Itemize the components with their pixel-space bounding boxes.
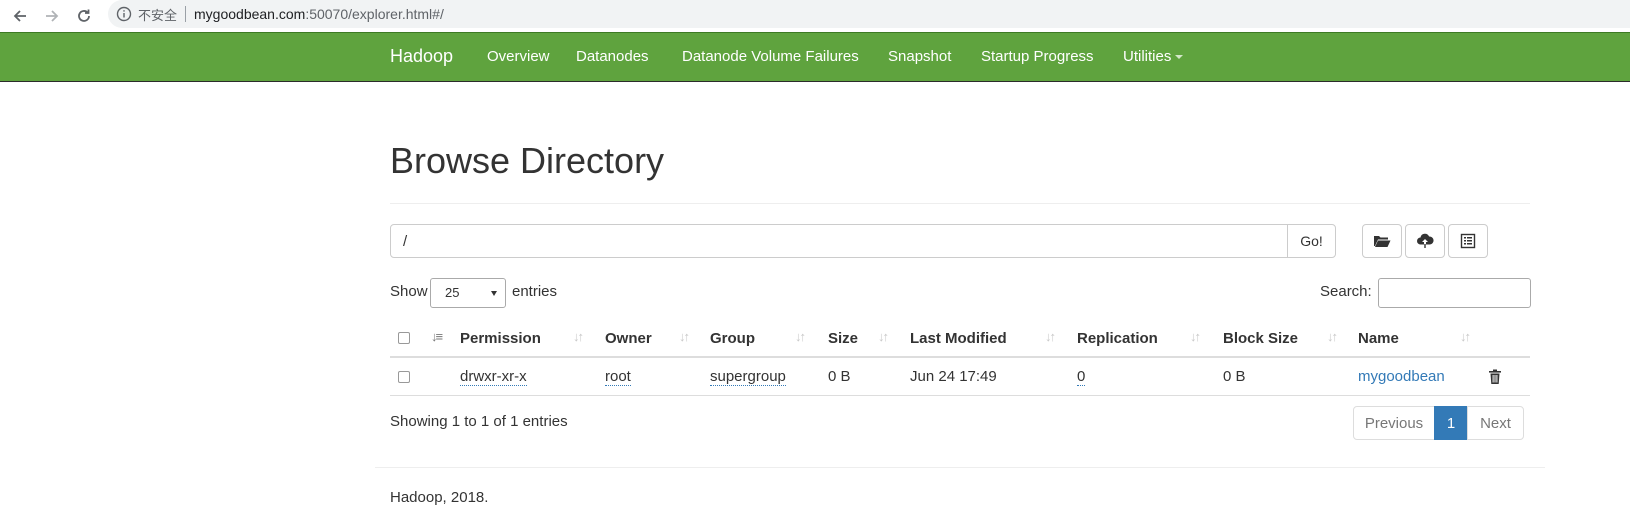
navbar-brand[interactable]: Hadoop xyxy=(390,46,453,67)
directory-path-input[interactable] xyxy=(390,224,1288,258)
nav-item-datanode-volume-failures[interactable]: Datanode Volume Failures xyxy=(682,48,859,65)
cell-size: 0 B xyxy=(828,368,851,385)
sort-icon[interactable]: ↓↑ xyxy=(679,329,690,344)
url-path: :50070/explorer.html#/ xyxy=(305,6,444,22)
reload-icon xyxy=(78,9,90,22)
page-length-value: 25 xyxy=(445,285,460,300)
column-header-size[interactable]: Size xyxy=(828,330,858,347)
cloud-upload-icon xyxy=(1417,233,1434,248)
search-input[interactable] xyxy=(1378,278,1531,308)
browser-toolbar: 不安全 mygoodbean.com:50070/explorer.html#/ xyxy=(0,0,1630,32)
title-divider xyxy=(390,203,1530,204)
sort-icon[interactable]: ↓↑ xyxy=(1190,329,1201,344)
folder-open-icon xyxy=(1374,236,1391,247)
sort-icon[interactable]: ↓↑ xyxy=(878,329,889,344)
forward-button[interactable] xyxy=(40,4,64,28)
address-bar[interactable]: 不安全 mygoodbean.com:50070/explorer.html#/ xyxy=(108,0,1630,28)
url-host: mygoodbean.com xyxy=(194,6,306,22)
nav-item-snapshot[interactable]: Snapshot xyxy=(888,48,951,65)
cell-name-link[interactable]: mygoodbean xyxy=(1358,368,1445,385)
show-label: Show xyxy=(390,283,428,300)
column-header-owner[interactable]: Owner xyxy=(605,330,652,347)
security-label: 不安全 xyxy=(138,7,178,23)
previous-page-button[interactable]: Previous xyxy=(1353,406,1435,440)
address-divider xyxy=(185,6,187,22)
footer-divider xyxy=(375,467,1545,468)
caret-down-icon xyxy=(1175,55,1184,60)
pagination: Previous 1 Next xyxy=(1353,406,1524,440)
page-title: Browse Directory xyxy=(390,140,665,181)
sort-icon[interactable]: ↓↑ xyxy=(573,329,584,344)
back-button[interactable] xyxy=(8,4,32,28)
sort-icon[interactable]: ↓↑ xyxy=(1327,329,1338,344)
next-page-button[interactable]: Next xyxy=(1467,406,1524,440)
column-header-block-size[interactable]: Block Size xyxy=(1223,330,1298,347)
sort-icon[interactable]: ↓↑ xyxy=(1045,329,1056,344)
dropdown-arrow-icon xyxy=(491,291,497,296)
arrow-right-icon xyxy=(46,10,59,22)
nav-item-startup-progress[interactable]: Startup Progress xyxy=(981,48,1094,65)
trash-icon[interactable] xyxy=(1488,369,1502,385)
column-header-name[interactable]: Name xyxy=(1358,330,1399,347)
table-header-row: ↓≡ Permission ↓↑ Owner ↓↑ Group ↓↑ Size … xyxy=(390,318,1530,358)
sort-icon[interactable]: ↓≡ xyxy=(431,329,443,344)
table-info: Showing 1 to 1 of 1 entries xyxy=(390,413,568,430)
nav-item-datanodes[interactable]: Datanodes xyxy=(576,48,649,65)
reload-button[interactable] xyxy=(72,4,96,28)
table-row: drwxr-xr-x root supergroup 0 B Jun 24 17… xyxy=(390,358,1530,396)
cell-last-modified: Jun 24 17:49 xyxy=(910,368,997,385)
row-checkbox[interactable] xyxy=(398,371,410,383)
cell-owner[interactable]: root xyxy=(605,368,631,386)
column-header-group[interactable]: Group xyxy=(710,330,755,347)
select-all-checkbox[interactable] xyxy=(398,332,410,344)
cell-group[interactable]: supergroup xyxy=(710,368,786,386)
cell-block-size: 0 B xyxy=(1223,368,1246,385)
go-button[interactable]: Go! xyxy=(1287,224,1336,258)
page-length-select[interactable]: 25 xyxy=(430,278,506,308)
column-header-last-modified[interactable]: Last Modified xyxy=(910,330,1007,347)
column-header-permission[interactable]: Permission xyxy=(460,330,541,347)
top-navbar: Hadoop Overview Datanodes Datanode Volum… xyxy=(0,32,1630,82)
upload-files-button[interactable] xyxy=(1405,224,1445,258)
page-1-button[interactable]: 1 xyxy=(1434,406,1468,440)
search-label: Search: xyxy=(1320,283,1372,300)
cell-permission[interactable]: drwxr-xr-x xyxy=(460,368,527,386)
arrow-left-icon xyxy=(13,10,26,22)
nav-item-utilities[interactable]: Utilities xyxy=(1123,48,1184,65)
create-directory-button[interactable] xyxy=(1362,224,1402,258)
entries-label: entries xyxy=(512,283,558,300)
list-alt-icon xyxy=(1460,233,1476,249)
nav-item-overview[interactable]: Overview xyxy=(487,48,550,65)
sort-icon[interactable]: ↓↑ xyxy=(1460,329,1471,344)
info-icon[interactable] xyxy=(116,6,132,22)
cell-replication[interactable]: 0 xyxy=(1077,368,1086,386)
nav-item-utilities-label: Utilities xyxy=(1123,48,1172,65)
column-header-replication[interactable]: Replication xyxy=(1077,330,1158,347)
sort-icon[interactable]: ↓↑ xyxy=(795,329,806,344)
footer-text: Hadoop, 2018. xyxy=(390,489,489,506)
cut-paste-button[interactable] xyxy=(1448,224,1488,258)
